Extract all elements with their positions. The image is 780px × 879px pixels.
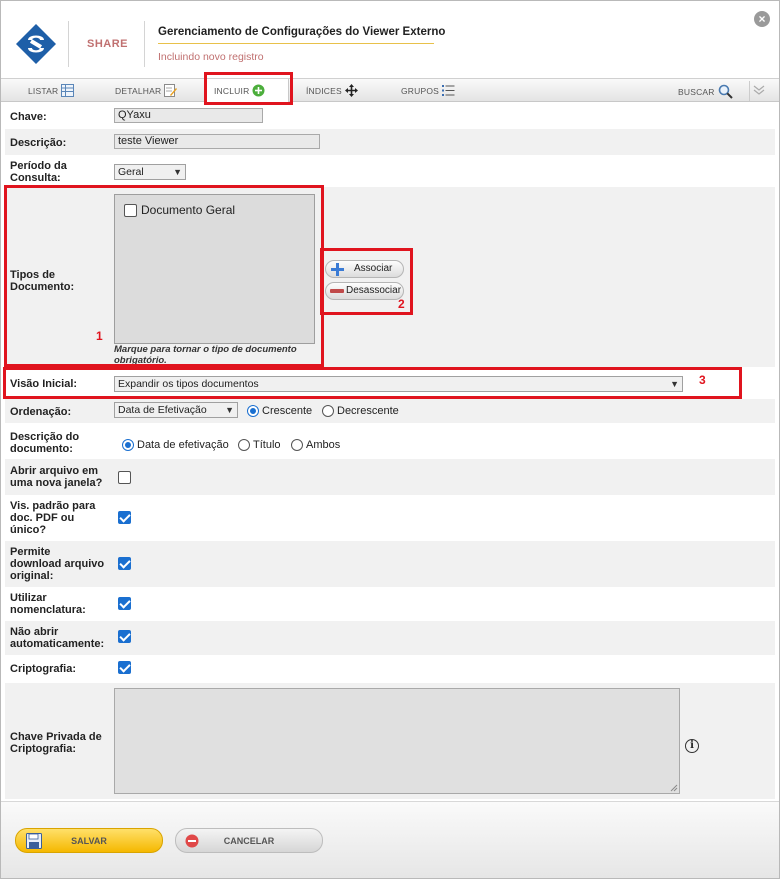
header: SHARE Gerenciamento de Configurações do … bbox=[1, 1, 779, 77]
chave-input[interactable]: QYaxu bbox=[114, 108, 263, 123]
visao-selected: Expandir os tipos documentos bbox=[118, 378, 259, 390]
decrescente-label: Decrescente bbox=[337, 405, 399, 417]
info-icon[interactable]: i bbox=[685, 739, 699, 753]
periodo-selected: Geral bbox=[118, 166, 144, 178]
nomenclatura-checkbox[interactable] bbox=[118, 597, 131, 610]
ordenacao-selected: Data de Efetivação bbox=[118, 404, 207, 416]
cancel-label: CANCELAR bbox=[223, 836, 275, 846]
cancel-button[interactable]: CANCELAR bbox=[175, 828, 323, 853]
annotation-1: 1 bbox=[96, 329, 103, 343]
chevron-down-icon: ▼ bbox=[670, 379, 679, 389]
ordenacao-select[interactable]: Data de Efetivação ▼ bbox=[114, 402, 238, 418]
nomenclatura-label: Utilizar nomenclatura: bbox=[10, 592, 86, 616]
tipos-hint: Marque para tornar o tipo de documento o… bbox=[114, 344, 297, 366]
descricao-titulo[interactable]: Título bbox=[238, 439, 281, 451]
tab-listar-label: LISTAR bbox=[28, 85, 59, 96]
list-item[interactable]: Documento Geral bbox=[124, 203, 235, 217]
tab-incluir-label: INCLUIR bbox=[214, 85, 250, 96]
chave-label: Chave: bbox=[10, 111, 47, 123]
visao-select[interactable]: Expandir os tipos documentos ▼ bbox=[114, 376, 683, 392]
toolbar: LISTAR DETALHAR INCLUIR ÍNDICES GRUPOS B… bbox=[1, 78, 779, 103]
data-efetivacao-radio[interactable] bbox=[122, 439, 134, 451]
ambos-radio[interactable] bbox=[291, 439, 303, 451]
nao-abrir-checkbox[interactable] bbox=[118, 630, 131, 643]
resize-handle-icon[interactable] bbox=[670, 784, 678, 792]
list-icon bbox=[442, 85, 455, 96]
brand-name: SHARE bbox=[87, 38, 129, 50]
save-button[interactable]: SALVAR bbox=[15, 828, 163, 853]
descricao-input[interactable]: teste Viewer bbox=[114, 134, 320, 149]
tab-buscar-label: BUSCAR bbox=[678, 86, 715, 97]
abrir-janela-label: Abrir arquivo em uma nova janela? bbox=[10, 465, 103, 489]
plus-icon bbox=[331, 263, 344, 276]
data-efetivacao-label: Data de efetivação bbox=[137, 439, 229, 451]
chave-privada-textarea[interactable] bbox=[114, 688, 680, 794]
table-icon bbox=[61, 84, 75, 97]
title-underline bbox=[158, 43, 434, 44]
chave-privada-label: Chave Privada de Criptografia: bbox=[10, 731, 102, 755]
ordenacao-label: Ordenação: bbox=[10, 406, 72, 418]
tab-grupos[interactable]: GRUPOS bbox=[401, 84, 455, 97]
titulo-label: Título bbox=[253, 439, 281, 451]
minus-icon bbox=[330, 289, 344, 293]
periodo-label: Período da Consulta: bbox=[10, 160, 67, 184]
tipos-list[interactable]: Documento Geral bbox=[114, 194, 315, 344]
periodo-select[interactable]: Geral ▼ bbox=[114, 164, 186, 180]
header-divider bbox=[68, 21, 69, 67]
tab-indices-label: ÍNDICES bbox=[306, 85, 342, 96]
descricao-doc-label: Descrição do documento: bbox=[10, 431, 80, 455]
documento-geral-checkbox[interactable] bbox=[124, 203, 137, 217]
decrescente-radio[interactable] bbox=[322, 405, 334, 417]
tab-buscar[interactable]: BUSCAR bbox=[678, 84, 733, 99]
tab-grupos-label: GRUPOS bbox=[401, 85, 440, 96]
criptografia-checkbox[interactable] bbox=[118, 661, 131, 674]
page-title: Gerenciamento de Configurações do Viewer… bbox=[158, 26, 446, 38]
search-icon bbox=[718, 84, 733, 99]
save-label: SALVAR bbox=[71, 836, 107, 846]
ordenacao-crescente[interactable]: Crescente bbox=[247, 405, 312, 417]
tab-indices[interactable]: ÍNDICES bbox=[306, 84, 358, 97]
ambos-label: Ambos bbox=[306, 439, 341, 451]
visao-label: Visão Inicial: bbox=[10, 378, 78, 390]
crescente-label: Crescente bbox=[262, 405, 313, 417]
associar-label: Associar bbox=[354, 263, 393, 274]
tipos-label: Tipos de Documento: bbox=[10, 269, 75, 293]
chevron-down-icon: ▼ bbox=[225, 405, 234, 415]
descricao-ambos[interactable]: Ambos bbox=[291, 439, 340, 451]
tab-incluir[interactable]: INCLUIR bbox=[214, 84, 265, 97]
tab-detalhar[interactable]: DETALHAR bbox=[115, 84, 178, 97]
tab-detalhar-label: DETALHAR bbox=[115, 85, 162, 96]
header-divider bbox=[144, 21, 145, 67]
annotation-2: 2 bbox=[398, 297, 405, 311]
dialog-window: SHARE Gerenciamento de Configurações do … bbox=[0, 0, 780, 879]
share-logo-icon bbox=[16, 24, 56, 64]
criptografia-label: Criptografia: bbox=[10, 663, 76, 675]
tab-listar[interactable]: LISTAR bbox=[28, 84, 75, 97]
page-subtitle: Incluindo novo registro bbox=[158, 51, 264, 63]
vis-padrao-label: Vis. padrão para doc. PDF ou único? bbox=[10, 500, 96, 536]
titulo-radio[interactable] bbox=[238, 439, 250, 451]
annotation-3: 3 bbox=[699, 373, 706, 387]
add-circle-icon bbox=[252, 84, 265, 97]
crescente-radio[interactable] bbox=[247, 405, 259, 417]
permite-download-label: Permite download arquivo original: bbox=[10, 546, 105, 582]
abrir-janela-checkbox[interactable] bbox=[118, 471, 131, 484]
row-descricao-doc bbox=[5, 423, 775, 459]
documento-geral-label: Documento Geral bbox=[141, 203, 236, 217]
desassociar-button[interactable]: Desassociar bbox=[325, 282, 404, 300]
move-arrows-icon bbox=[344, 84, 358, 97]
vis-padrao-checkbox[interactable] bbox=[118, 511, 131, 524]
descricao-label: Descrição: bbox=[10, 137, 67, 149]
chevron-down-icon[interactable] bbox=[753, 85, 765, 95]
edit-document-icon bbox=[164, 84, 178, 97]
associar-button[interactable]: Associar bbox=[325, 260, 404, 278]
nao-abrir-label: Não abrir automaticamente: bbox=[10, 626, 105, 650]
ordenacao-decrescente[interactable]: Decrescente bbox=[322, 405, 399, 417]
descricao-data-efetivacao[interactable]: Data de efetivação bbox=[122, 439, 229, 451]
permite-download-checkbox[interactable] bbox=[118, 557, 131, 570]
chevron-down-icon: ▼ bbox=[173, 167, 182, 177]
desassociar-label: Desassociar bbox=[346, 285, 402, 296]
close-icon[interactable]: × bbox=[754, 11, 770, 27]
toolbar-separator bbox=[749, 81, 750, 101]
